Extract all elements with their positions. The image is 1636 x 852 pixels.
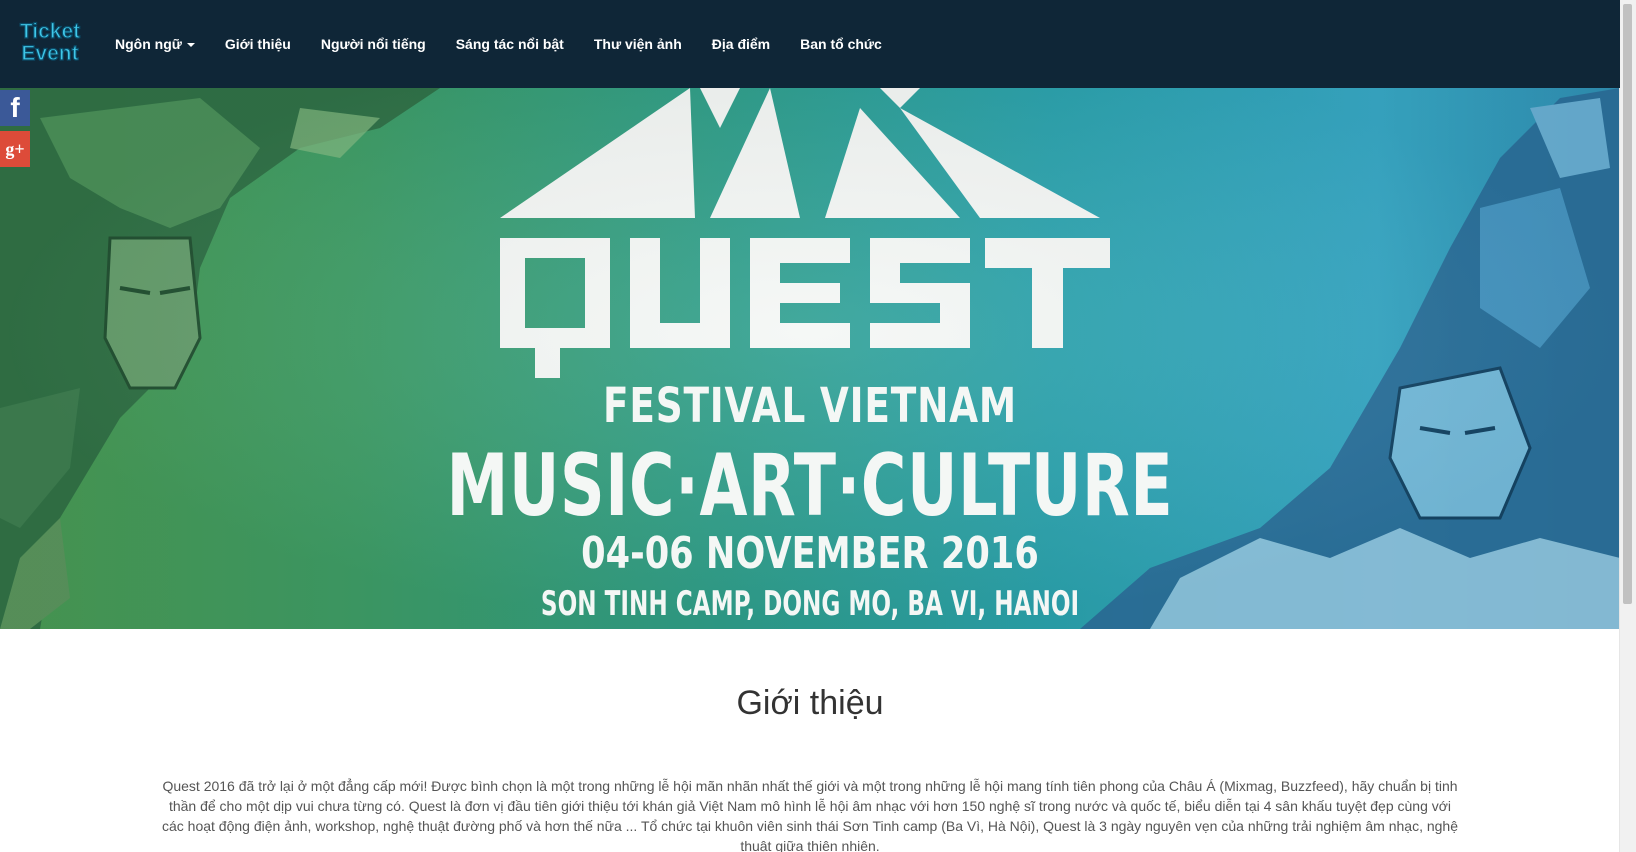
quest-wordmark bbox=[500, 238, 1110, 378]
facebook-share-button[interactable]: f bbox=[0, 90, 30, 126]
hero-venue: SON TINH CAMP, DONG MO, BA VI, HANOI bbox=[540, 584, 1080, 624]
main-nav: Ngôn ngữ Giới thiệu Người nổi tiếng Sáng… bbox=[100, 0, 897, 88]
logo-text-ticket: Ticket bbox=[20, 20, 80, 43]
hero-subtitle: FESTIVAL VIETNAM bbox=[603, 378, 1017, 434]
page-scrollbar[interactable] bbox=[1619, 0, 1636, 852]
page: Ticket Event Ngôn ngữ Giới thiệu Người n… bbox=[0, 0, 1620, 852]
nav-item-ban-to-chuc[interactable]: Ban tổ chức bbox=[785, 36, 897, 52]
nav-item-label: Thư viện ảnh bbox=[593, 36, 682, 52]
logo-text-event: Event bbox=[21, 42, 78, 65]
ticket-event-logo[interactable]: Ticket Event bbox=[11, 18, 89, 66]
googleplus-icon: g+ bbox=[5, 138, 25, 159]
googleplus-share-button[interactable]: g+ bbox=[0, 131, 30, 167]
intro-paragraph: Quest 2016 đã trở lại ở một đẳng cấp mới… bbox=[161, 778, 1458, 852]
nav-item-language[interactable]: Ngôn ngữ bbox=[100, 36, 210, 52]
scrollbar-thumb[interactable] bbox=[1623, 4, 1632, 604]
nav-item-label: Sáng tác nổi bật bbox=[455, 36, 564, 52]
hero-banner: FESTIVAL VIETNAM MUSIC·ART·CULTURE 04-06… bbox=[0, 88, 1620, 629]
hero-dates: 04-06 NOVEMBER 2016 bbox=[581, 528, 1039, 579]
facebook-icon: f bbox=[10, 92, 20, 123]
nav-item-gioi-thieu[interactable]: Giới thiệu bbox=[210, 36, 306, 52]
nav-item-label: Giới thiệu bbox=[224, 36, 291, 52]
nav-item-thu-vien-anh[interactable]: Thư viện ảnh bbox=[579, 36, 697, 52]
top-navbar: Ticket Event Ngôn ngữ Giới thiệu Người n… bbox=[0, 0, 1620, 88]
nav-item-label: Ban tổ chức bbox=[800, 36, 882, 52]
nav-item-sang-tac-noi-bat[interactable]: Sáng tác nổi bật bbox=[441, 36, 579, 52]
section-title-intro: Giới thiệu bbox=[736, 684, 884, 722]
caret-down-icon bbox=[186, 43, 195, 48]
nav-item-dia-diem[interactable]: Địa điểm bbox=[697, 36, 785, 52]
nav-item-label: Địa điểm bbox=[711, 36, 771, 52]
hero-tagline: MUSIC·ART·CULTURE bbox=[446, 436, 1174, 536]
nav-item-label: Ngôn ngữ bbox=[115, 36, 182, 52]
nav-item-nguoi-noi-tieng[interactable]: Người nổi tiếng bbox=[306, 36, 441, 52]
nav-item-label: Người nổi tiếng bbox=[320, 36, 426, 52]
quest-mountain-triangles-icon bbox=[500, 88, 1100, 218]
